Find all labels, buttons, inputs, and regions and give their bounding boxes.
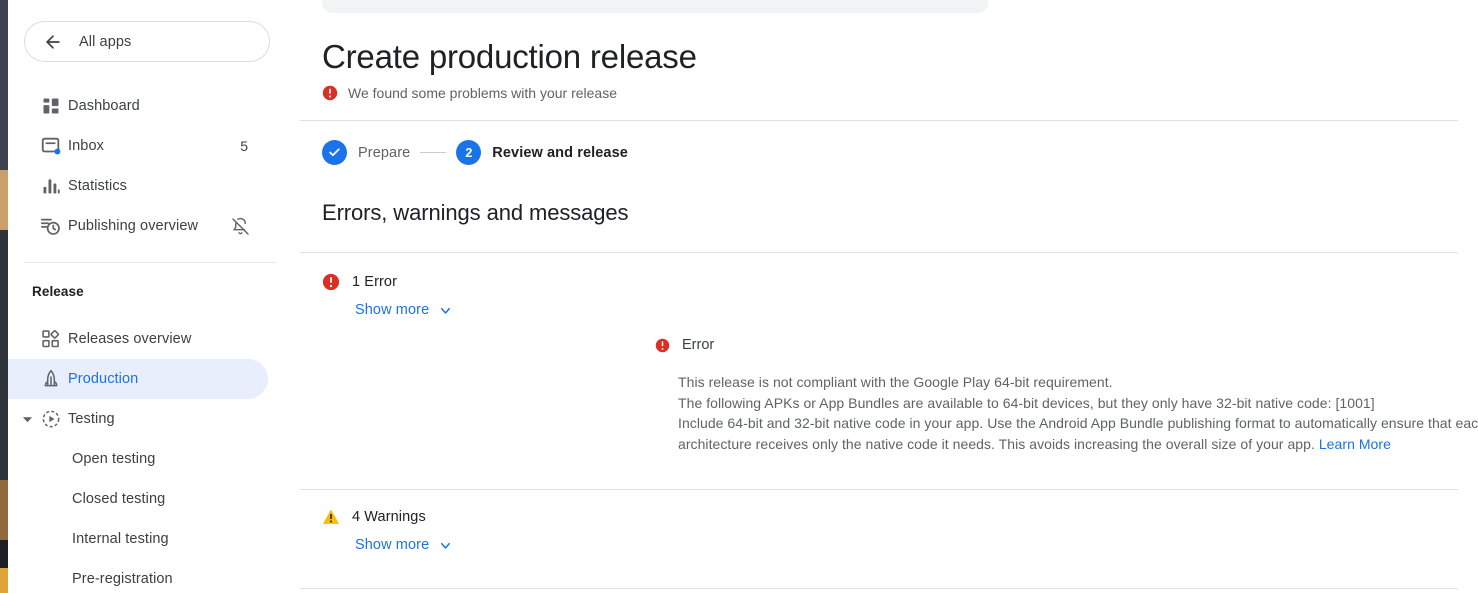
error-icon [655, 338, 670, 353]
sidebar-item-label: Releases overview [68, 331, 191, 347]
all-apps-label: All apps [79, 34, 131, 50]
error-detail-line-1: This release is not compliant with the G… [678, 372, 1478, 393]
error-show-more-button[interactable]: Show more [355, 302, 453, 318]
stepper-connector [420, 152, 446, 153]
dashboard-icon [34, 96, 68, 116]
sidebar-item-production[interactable]: Production [8, 359, 268, 399]
sidebar-divider [24, 262, 276, 263]
error-group-header: 1 Error [322, 273, 397, 291]
sidebar-section-release: Release [32, 284, 84, 299]
error-count-label: 1 Error [352, 274, 397, 290]
all-apps-button[interactable]: All apps [24, 21, 270, 62]
error-detail-line-2: The following APKs or App Bundles are av… [678, 393, 1478, 414]
error-show-more-label: Show more [355, 302, 429, 318]
page-alert: We found some problems with your release [322, 85, 617, 101]
sidebar-item-open-testing[interactable]: Open testing [8, 439, 268, 479]
error-item-row: Error [655, 337, 714, 353]
chevron-down-icon [438, 538, 453, 553]
main-content: Create production release We found some … [296, 0, 1478, 593]
chevron-down-icon [438, 303, 453, 318]
warning-count-label: 4 Warnings [352, 509, 426, 525]
sidebar-item-label: Open testing [72, 451, 155, 467]
sidebar-item-label: Statistics [68, 178, 127, 194]
background-window-sliver [0, 0, 8, 593]
sidebar-item-dashboard[interactable]: Dashboard [8, 86, 268, 126]
content-divider-warnings [300, 489, 1458, 490]
sidebar-item-label: Testing [68, 411, 115, 427]
sidebar-item-statistics[interactable]: Statistics [8, 166, 268, 206]
error-item-label: Error [682, 337, 714, 353]
sidebar-item-closed-testing[interactable]: Closed testing [8, 479, 268, 519]
warning-show-more-button[interactable]: Show more [355, 537, 453, 553]
sidebar-item-label: Closed testing [72, 491, 165, 507]
sidebar-item-inbox[interactable]: Inbox 5 [8, 126, 268, 166]
back-arrow-icon [33, 32, 73, 52]
sidebar-item-publishing-overview[interactable]: Publishing overview [8, 206, 268, 246]
releases-overview-icon [34, 329, 68, 349]
step-2-number[interactable]: 2 [456, 140, 481, 165]
statistics-icon [34, 176, 68, 196]
sidebar-item-pre-registration[interactable]: Pre-registration [8, 559, 268, 593]
step-1-label[interactable]: Prepare [358, 145, 410, 161]
warning-icon [322, 508, 340, 526]
sidebar-item-testing[interactable]: Testing [8, 399, 268, 439]
inbox-count-badge: 5 [240, 138, 248, 154]
error-detail-line-3: Include 64-bit and 32-bit native code in… [678, 413, 1478, 454]
sidebar-item-label: Pre-registration [72, 571, 173, 587]
sidebar-item-label: Dashboard [68, 98, 140, 114]
content-divider-top [300, 120, 1458, 121]
production-icon [34, 368, 68, 390]
release-stepper: Prepare 2 Review and release [322, 140, 628, 165]
top-placeholder-chip [322, 0, 988, 13]
notifications-off-icon[interactable] [231, 217, 250, 236]
sidebar-item-internal-testing[interactable]: Internal testing [8, 519, 268, 559]
warning-show-more-label: Show more [355, 537, 429, 553]
error-icon [322, 85, 338, 101]
page-alert-text: We found some problems with your release [348, 85, 617, 101]
app-root: All apps Dashboard [0, 0, 1478, 593]
sidebar-item-label: Inbox [68, 138, 104, 154]
sidebar-item-label: Internal testing [72, 531, 169, 547]
inbox-icon [34, 135, 68, 157]
testing-icon [34, 409, 68, 429]
publishing-overview-icon [34, 215, 68, 237]
page-title: Create production release [322, 38, 697, 76]
step-1-complete-icon[interactable] [322, 140, 347, 165]
sidebar: All apps Dashboard [8, 0, 296, 593]
content-divider-bottom [300, 588, 1458, 589]
sidebar-item-releases-overview[interactable]: Releases overview [8, 319, 268, 359]
learn-more-link[interactable]: Learn More [1319, 436, 1391, 452]
sidebar-item-label: Publishing overview [68, 218, 198, 234]
sidebar-item-label: Production [68, 371, 138, 387]
error-detail-body: This release is not compliant with the G… [678, 372, 1478, 454]
content-divider-errors [300, 252, 1458, 253]
error-icon [322, 273, 340, 291]
step-2-label[interactable]: Review and release [492, 145, 628, 161]
section-heading: Errors, warnings and messages [322, 200, 628, 226]
warning-group-header: 4 Warnings [322, 508, 426, 526]
